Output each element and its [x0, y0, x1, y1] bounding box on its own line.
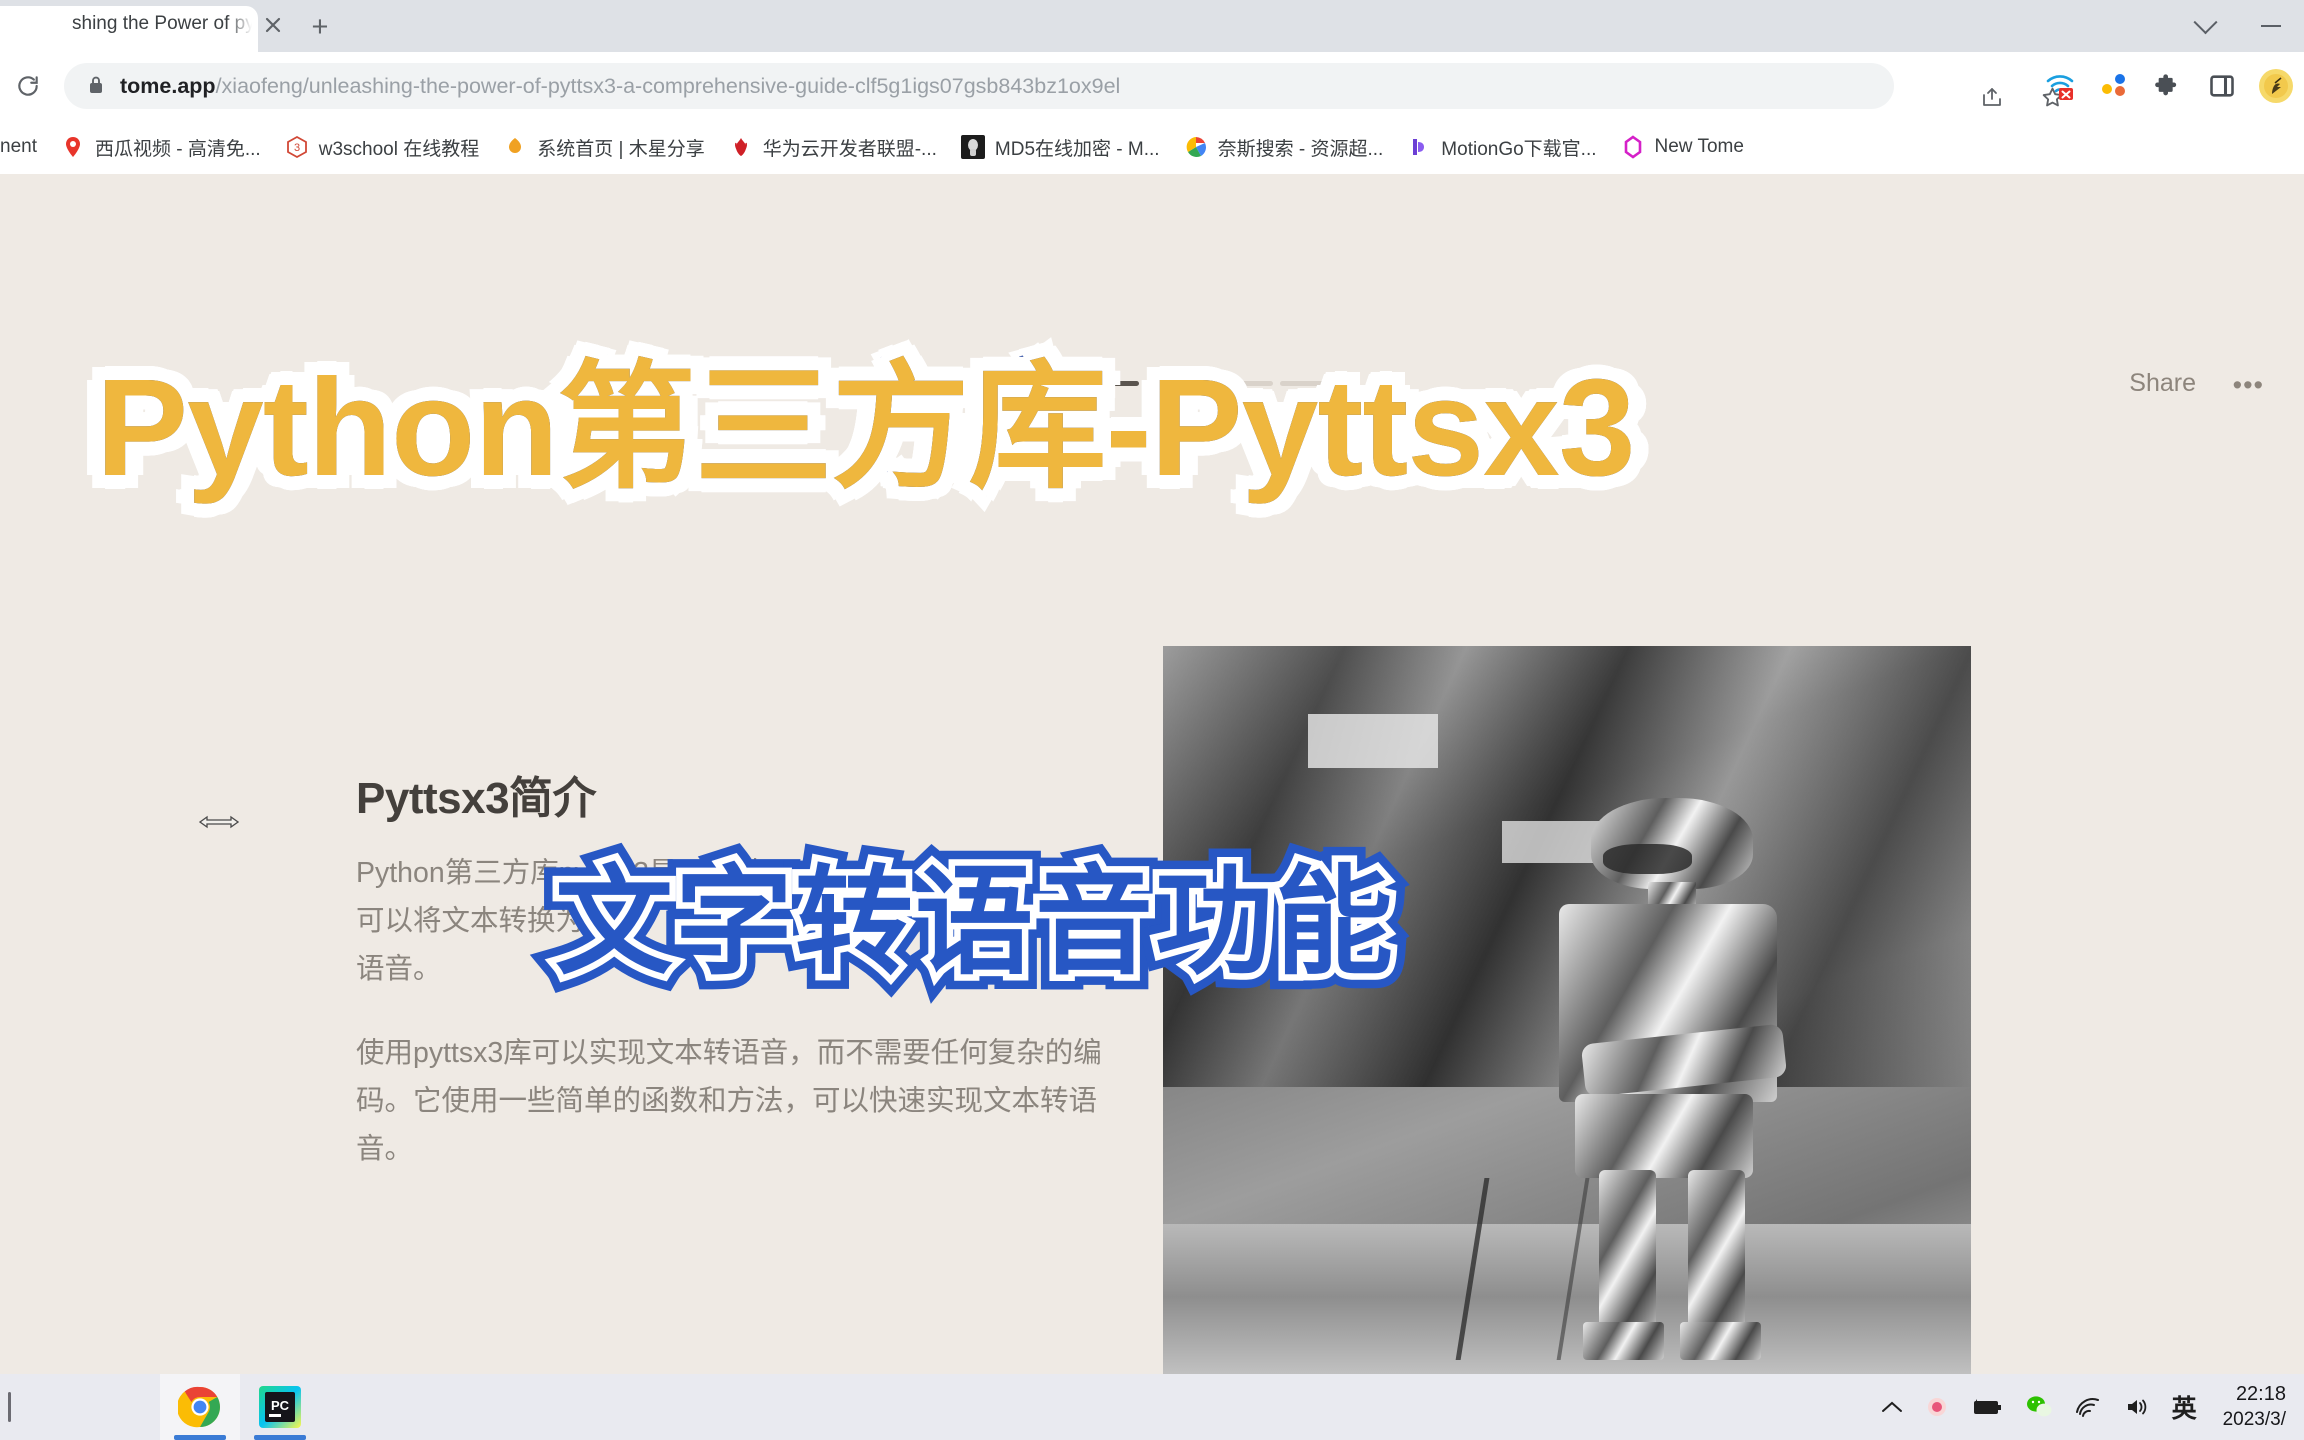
naisi-search-icon [1184, 135, 1208, 159]
address-bar-url: tome.app/xiaofeng/unleashing-the-power-o… [120, 72, 1740, 100]
bookmark-item[interactable]: 系统首页 | 木星分享 [491, 127, 717, 167]
recording-dot-icon[interactable] [1926, 1396, 1948, 1418]
bookmark-label: 西瓜视频 - 高清免... [94, 138, 261, 160]
slide-heading: Pyttsx3简介 [356, 774, 597, 823]
bookmark-item[interactable]: 西瓜视频 - 高清免... [49, 127, 273, 167]
chevron-down-icon[interactable] [2172, 0, 2238, 52]
clock-date: 2023/3/ [2222, 1409, 2286, 1430]
bookmark-label: MotionGo下载官... [1441, 138, 1597, 160]
bookmark-item[interactable]: 华为云开发者联盟-... [717, 127, 949, 167]
chrome-taskbar-icon[interactable] [160, 1374, 240, 1440]
extension-icons [2040, 63, 2296, 109]
address-bar[interactable]: tome.app/xiaofeng/unleashing-the-power-o… [64, 63, 2062, 109]
wechat-icon[interactable] [2026, 1395, 2052, 1419]
bookmark-item[interactable]: New Tome [1609, 127, 1756, 167]
new-tab-button[interactable]: + [300, 8, 340, 46]
wall-plate [1308, 714, 1438, 768]
taskbar-active-underline [174, 1435, 226, 1440]
robot-foot-right [1680, 1322, 1761, 1361]
huawei-cloud-icon [729, 135, 753, 159]
bookmark-item[interactable]: 奈斯搜索 - 资源超... [1172, 127, 1396, 167]
overlay-title-sub: 文字转语音功能 文字转语音功能 文字转语音功能 [540, 844, 1735, 1002]
taskbar-active-underline [254, 1435, 306, 1440]
taskbar-apps: PC [160, 1374, 320, 1440]
lock-icon [88, 75, 104, 97]
system-tray: 英 22:18 2023/3/ [1880, 1374, 2304, 1440]
bookmark-label: 奈斯搜索 - 资源超... [1217, 138, 1384, 160]
w3school-icon: 3 [285, 135, 309, 159]
tome-icon [1621, 135, 1645, 159]
taskbar-clock[interactable]: 22:18 2023/3/ [2219, 1381, 2286, 1433]
taskbar-left-edge [0, 1374, 160, 1440]
reload-icon[interactable] [0, 66, 56, 106]
overlay-title-sub-text: 文字转语音功能 [555, 857, 1396, 989]
more-menu-icon[interactable]: ••• [2233, 370, 2264, 401]
svg-text:3: 3 [294, 142, 300, 154]
url-domain: tome.app [120, 74, 216, 98]
robot-leg-left [1599, 1170, 1656, 1338]
share-page-icon[interactable] [1969, 74, 2015, 120]
dots-extension-icon[interactable] [2094, 66, 2134, 106]
url-path: /xiaofeng/unleashing-the-power-of-pyttsx… [215, 74, 1121, 98]
puzzle-extensions-icon[interactable] [2148, 66, 2188, 106]
bookmark-label: 系统首页 | 木星分享 [537, 138, 705, 160]
overlay-title-main: Python第三方库-Pyttsx3 Python第三方库-Pyttsx3 Py… [83, 343, 1649, 514]
bookmark-label: MD5在线加密 - M... [994, 138, 1160, 160]
bookmark-label: 华为云开发者联盟-... [762, 138, 937, 160]
web-page-content: Share ••• Pyttsx3简介 Python第三方库pyttsx3是一个… [0, 174, 2304, 1374]
xigua-icon [61, 135, 85, 159]
slide-image-robot [1163, 646, 1971, 1374]
horizontal-resize-cursor [196, 811, 242, 833]
close-icon[interactable] [256, 8, 290, 42]
robot-pelvis [1575, 1094, 1753, 1178]
bookmark-item[interactable]: MotionGo下载官... [1395, 127, 1608, 167]
show-hidden-icons-chevron[interactable] [1880, 1398, 1904, 1416]
tab-strip: shing the Power of pytts + [0, 0, 2304, 52]
muxing-icon [503, 135, 527, 159]
bookmark-label: nent [0, 136, 37, 157]
wifi-blocked-icon[interactable] [2040, 66, 2080, 106]
windows-taskbar: PC 英 22:18 2023/3/ [0, 1374, 2304, 1440]
browser-toolbar: tome.app/xiaofeng/unleashing-the-power-o… [0, 52, 2304, 120]
network-wifi-icon[interactable] [2074, 1396, 2102, 1418]
volume-icon[interactable] [2124, 1396, 2150, 1418]
pycharm-taskbar-icon[interactable]: PC [240, 1374, 320, 1440]
bookmark-label: w3school 在线教程 [318, 138, 480, 160]
taskbar-divider [8, 1392, 11, 1422]
bookmark-label: New Tome [1654, 136, 1744, 157]
robot-leg-right [1688, 1170, 1745, 1338]
side-panel-icon[interactable] [2202, 66, 2242, 106]
robot-foot-left [1583, 1322, 1664, 1361]
ime-language-icon[interactable]: 英 [2172, 1389, 2197, 1425]
bookmarks-bar: nent 西瓜视频 - 高清免... 3 w3school 在线教程 系统首页 … [0, 120, 2304, 174]
browser-window: shing the Power of pytts + tome.app/xiao… [0, 0, 2304, 1374]
tab-title: shing the Power of pytts [72, 13, 252, 34]
bookmark-item[interactable]: 3 w3school 在线教程 [273, 127, 492, 167]
svg-text:PC: PC [271, 1398, 290, 1413]
share-button[interactable]: Share [2129, 369, 2196, 398]
bookmark-item[interactable]: nent [0, 127, 49, 167]
window-controls [2172, 0, 2304, 52]
bookmark-item[interactable]: MD5在线加密 - M... [949, 127, 1172, 167]
battery-charging-icon[interactable] [1970, 1397, 2004, 1417]
slide-paragraph: 使用pyttsx3库可以实现文本转语音，而不需要任何复杂的编码。它使用一些简单的… [356, 1037, 1102, 1165]
motiongo-icon [1407, 135, 1431, 159]
clock-time: 22:18 [2235, 1383, 2286, 1405]
profile-avatar-icon[interactable] [2256, 66, 2296, 106]
minimize-icon[interactable] [2238, 0, 2304, 52]
md5-icon [960, 135, 985, 159]
overlay-title-main-text: Python第三方库-Pyttsx3 [95, 351, 1638, 505]
